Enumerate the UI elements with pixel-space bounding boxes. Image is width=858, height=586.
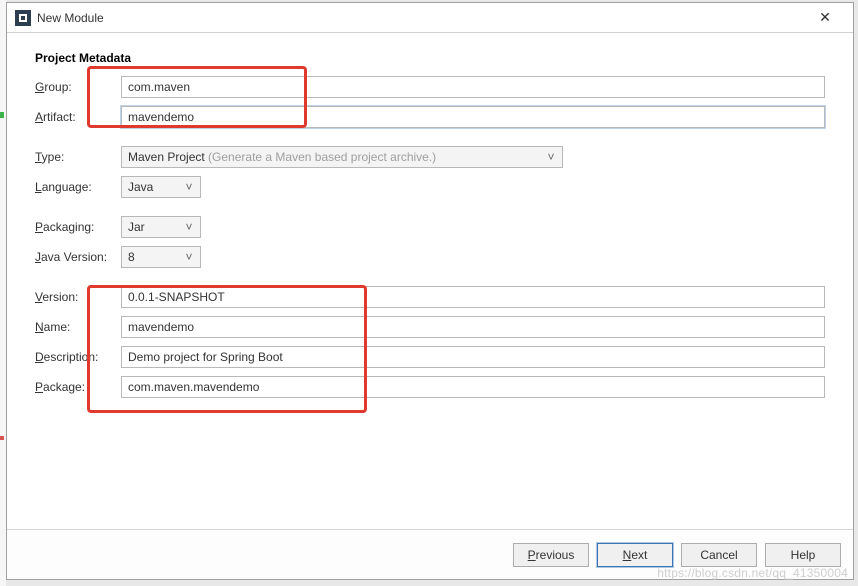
language-select[interactable]: Java ˅ [121,176,201,198]
label-language: Language: [35,180,121,194]
packaging-value: Jar [128,220,145,234]
label-group: Group: [35,80,121,94]
java-version-value: 8 [128,250,135,264]
row-packaging: Packaging: Jar ˅ [35,215,825,239]
cancel-button[interactable]: Cancel [681,543,757,567]
titlebar: New Module ✕ [7,3,853,33]
label-version: Version: [35,290,121,304]
label-artifact: Artifact: [35,110,121,124]
row-artifact: Artifact: [35,105,825,129]
row-group: Group: [35,75,825,99]
row-package: Package: [35,375,825,399]
row-description: Description: [35,345,825,369]
chevron-down-icon: ˅ [544,150,558,164]
app-icon [15,10,31,26]
watermark-text: https://blog.csdn.net/qq_41350004 [657,566,848,580]
name-input[interactable] [121,316,825,338]
label-java-version: Java Version: [35,250,121,264]
chevron-down-icon: ˅ [182,220,196,234]
row-version: Version: [35,285,825,309]
label-type: Type: [35,150,121,164]
new-module-dialog: New Module ✕ Project Metadata Group: Art… [6,2,854,580]
chevron-down-icon: ˅ [182,180,196,194]
description-input[interactable] [121,346,825,368]
chevron-down-icon: ˅ [182,250,196,264]
artifact-input[interactable] [121,106,825,128]
row-java-version: Java Version: 8 ˅ [35,245,825,269]
previous-button[interactable]: Previous [513,543,589,567]
row-name: Name: [35,315,825,339]
label-description: Description: [35,350,121,364]
row-language: Language: Java ˅ [35,175,825,199]
row-type: Type: Maven Project (Generate a Maven ba… [35,145,825,169]
language-value: Java [128,180,153,194]
java-version-select[interactable]: 8 ˅ [121,246,201,268]
window-title: New Module [37,11,805,25]
type-select[interactable]: Maven Project (Generate a Maven based pr… [121,146,563,168]
packaging-select[interactable]: Jar ˅ [121,216,201,238]
group-input[interactable] [121,76,825,98]
help-button[interactable]: Help [765,543,841,567]
gutter-marker-green [0,112,4,118]
close-icon[interactable]: ✕ [805,4,845,32]
section-heading: Project Metadata [35,51,825,65]
type-hint: (Generate a Maven based project archive.… [208,150,436,164]
dialog-content: Project Metadata Group: Artifact: Type: … [7,33,853,529]
gutter-marker-red [0,436,4,440]
version-input[interactable] [121,286,825,308]
label-package: Package: [35,380,121,394]
label-name: Name: [35,320,121,334]
next-button[interactable]: Next [597,543,673,567]
label-packaging: Packaging: [35,220,121,234]
type-value: Maven Project [128,150,205,164]
package-input[interactable] [121,376,825,398]
